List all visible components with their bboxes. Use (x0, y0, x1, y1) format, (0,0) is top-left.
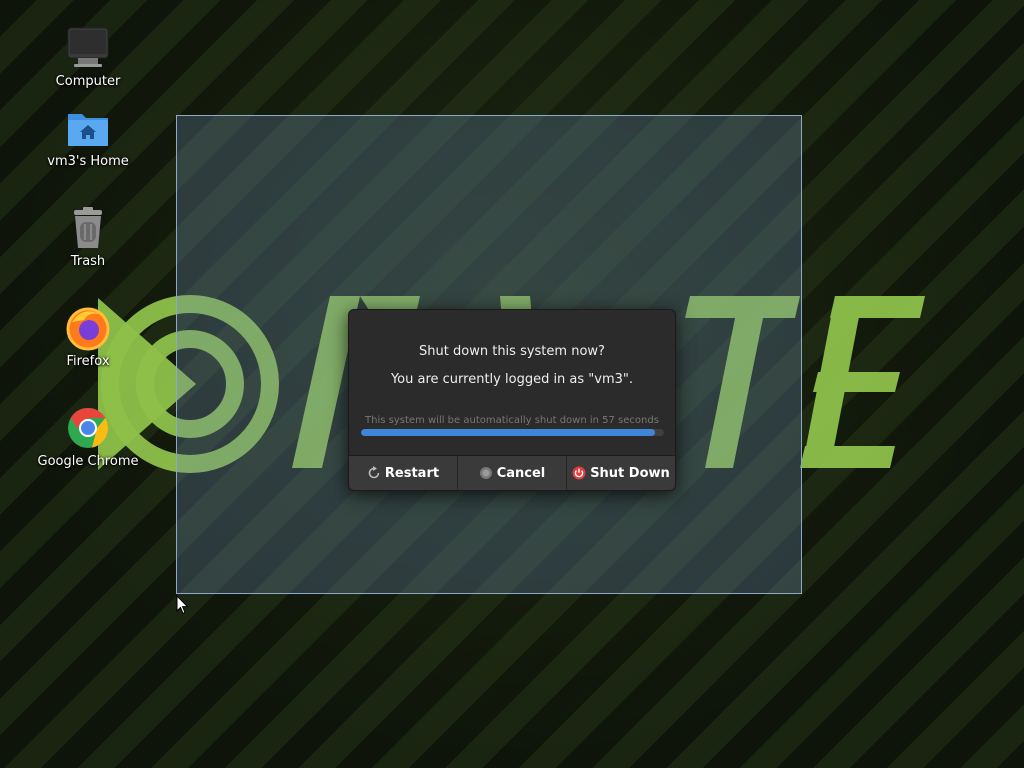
countdown-text: This system will be automatically shut d… (365, 415, 659, 426)
cancel-icon (479, 467, 492, 479)
dialog-button-bar: Restart Cancel Shut Down (349, 455, 675, 490)
dialog-question: Shut down this system now? (419, 344, 605, 359)
countdown-progress-bar (361, 429, 664, 436)
desktop-icon-computer[interactable]: Computer (28, 24, 148, 89)
restart-button[interactable]: Restart (349, 456, 458, 490)
cancel-button[interactable]: Cancel (458, 456, 567, 490)
chrome-icon (68, 408, 108, 448)
firefox-icon (66, 307, 110, 351)
desktop-icon-trash[interactable]: Trash (28, 204, 148, 269)
desktop-icon-label: Firefox (66, 354, 110, 369)
shutdown-dialog: Shut down this system now? You are curre… (348, 309, 676, 491)
trash-icon (74, 207, 102, 248)
cancel-label: Cancel (496, 465, 546, 481)
desktop-icon-label: vm3's Home (47, 154, 129, 169)
home-folder-icon (68, 114, 108, 146)
desktop-icon-home[interactable]: vm3's Home (28, 104, 148, 169)
desktop-icon-label: Computer (55, 74, 121, 89)
shutdown-label: Shut Down (590, 465, 670, 481)
restart-icon (368, 466, 380, 479)
desktop-icon-label: Google Chrome (37, 454, 139, 469)
countdown-progress-fill (361, 429, 655, 436)
restart-label: Restart (384, 465, 440, 481)
desktop-icon-label: Trash (70, 254, 106, 269)
desktop-icon-firefox[interactable]: Firefox (28, 304, 148, 369)
computer-icon (67, 27, 109, 67)
logged-in-message: You are currently logged in as "vm3". (390, 372, 634, 387)
mouse-cursor-icon (176, 595, 189, 615)
desktop-icon-chrome[interactable]: Google Chrome (28, 404, 148, 469)
shutdown-button[interactable]: Shut Down (567, 456, 675, 490)
power-icon (572, 466, 586, 480)
